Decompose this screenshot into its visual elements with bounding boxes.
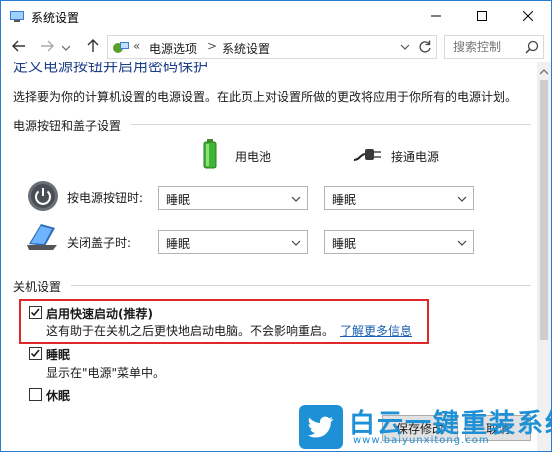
back-arrow-icon [12,40,26,55]
laptop-lid-icon [25,222,61,255]
address-bar[interactable]: « 电源选项 > 系统设置 [107,35,437,59]
chevron-down-icon [457,193,467,203]
power-button-plugged-select[interactable]: 睡眠 [324,186,474,210]
checkmark-icon [30,349,40,358]
search-input[interactable] [445,36,525,58]
forward-arrow-icon [40,40,54,55]
breadcrumb-overflow[interactable]: « [133,39,140,53]
battery-icon [203,139,217,172]
breadcrumb-item-system-settings[interactable]: 系统设置 [222,40,270,57]
hibernate-label[interactable]: 休眠 [46,387,70,404]
refresh-icon[interactable] [417,39,433,55]
title-bar: 系统设置 [1,1,551,32]
control-panel-icon [9,9,25,23]
chevron-down-icon [457,237,467,247]
window-title: 系统设置 [31,11,80,25]
page-title: 定义电源按钮并启用密码保护 [13,62,209,75]
power-button-battery-select[interactable]: 睡眠 [158,186,308,210]
recent-locations-button[interactable] [59,38,73,56]
chevron-down-icon [61,40,71,54]
section-divider [71,285,531,286]
column-header-battery: 用电池 [235,150,272,164]
sleep-description: 显示在"电源"菜单中。 [46,366,166,380]
hibernate-checkbox[interactable] [29,388,42,401]
close-lid-plugged-select[interactable]: 睡眠 [324,230,474,254]
forward-button[interactable] [37,38,57,56]
content-area: 定义电源按钮并启用密码保护 选择要为你的计算机设置的电源设置。在此页上对设置所做… [1,62,537,451]
row-label-close-lid: 关闭盖子时: [67,236,132,250]
power-button-icon [27,180,59,215]
learn-more-link[interactable]: 了解更多信息 [340,324,412,338]
chevron-down-icon [291,193,301,203]
power-plug-icon [353,146,383,167]
up-button[interactable] [83,38,103,56]
select-value: 睡眠 [332,193,357,207]
search-box[interactable] [444,35,544,59]
fast-startup-label[interactable]: 启用快速启动(推荐) [46,305,153,322]
shutdown-section-heading: 关机设置 [13,280,62,294]
up-arrow-icon [87,38,99,56]
breadcrumb-item-power-options[interactable]: 电源选项 [149,40,197,57]
address-dropdown-icon[interactable] [398,40,412,54]
close-button[interactable] [505,1,551,32]
close-icon [522,10,534,24]
watermark: 白云一键重装系统 www.baiyunxitong.com [293,401,551,451]
fast-startup-description-text: 这有助于在关机之后更快地启动电脑。不会影响重启。 [46,324,335,338]
minimize-button[interactable] [413,1,459,32]
breadcrumb-separator: > [207,39,218,53]
maximize-icon [477,10,487,24]
scrollbar-thumb[interactable] [540,80,548,340]
close-lid-battery-select[interactable]: 睡眠 [158,230,308,254]
sleep-checkbox[interactable] [29,347,42,360]
control-panel-icon [112,39,130,55]
checkmark-icon [30,308,40,317]
page-description: 选择要为你的计算机设置的电源设置。在此页上对设置所做的更改将应用于你所有的电源计… [13,90,518,104]
column-header-plugged-in: 接通电源 [391,150,440,164]
select-value: 睡眠 [166,237,191,251]
row-label-power-button: 按电源按钮时: [67,191,144,205]
system-settings-window: 系统设置 « 电源选项 > 系统设置 搜索控制 定义电源按钮并启用密码保护 选择… [0,0,552,452]
select-value: 睡眠 [166,193,191,207]
watermark-url: www.baiyunxitong.com [353,435,490,446]
sleep-label[interactable]: 睡眠 [46,346,70,363]
select-value: 睡眠 [332,237,357,251]
section-divider [131,124,531,125]
scroll-up-icon[interactable] [539,65,549,75]
twitter-bird-icon [299,405,343,449]
fast-startup-description: 这有助于在关机之后更快地启动电脑。不会影响重启。 了解更多信息 [46,322,412,339]
search-icon [525,40,539,54]
chevron-down-icon [291,237,301,247]
fast-startup-checkbox[interactable] [29,306,42,319]
vertical-scrollbar[interactable] [537,62,551,451]
maximize-button[interactable] [459,1,505,32]
back-button[interactable] [9,38,29,56]
minimize-icon [431,10,441,24]
power-section-heading: 电源按钮和盖子设置 [13,119,122,133]
navigation-bar: « 电源选项 > 系统设置 [1,32,551,62]
